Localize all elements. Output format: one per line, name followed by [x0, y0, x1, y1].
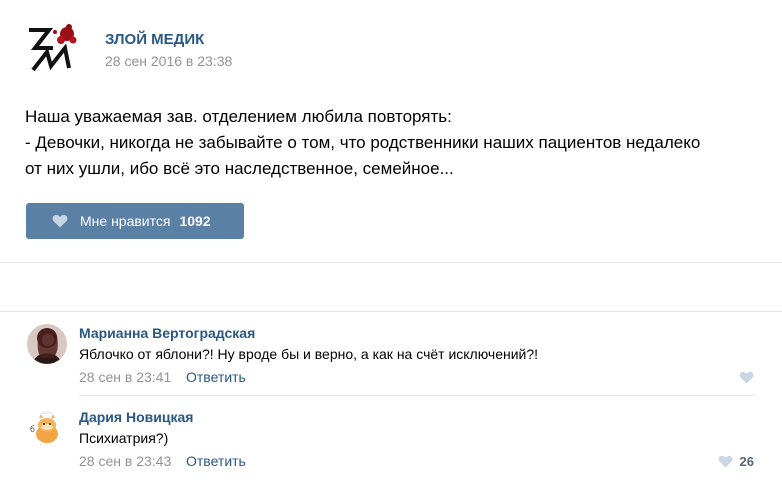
- post-text: Наша уважаемая зав. отделением любила по…: [25, 104, 765, 182]
- group-logo-image: [25, 20, 83, 78]
- avatar-image: [27, 324, 67, 364]
- avatar[interactable]: б: [27, 408, 67, 448]
- heart-icon: [52, 214, 68, 228]
- svg-text:б: б: [30, 425, 35, 434]
- like-count: 1092: [179, 213, 211, 229]
- group-logo[interactable]: [25, 20, 83, 78]
- heart-icon: [718, 455, 732, 468]
- comment-text: Яблочко от яблони?! Ну вроде бы и верно,…: [79, 346, 539, 362]
- comment-like-button[interactable]: [739, 369, 754, 385]
- comment-date[interactable]: 28 сен в 23:43: [79, 453, 171, 469]
- avatar[interactable]: [27, 324, 67, 364]
- like-label: Мне нравится: [80, 213, 171, 229]
- comment-date[interactable]: 28 сен в 23:41: [79, 369, 171, 385]
- post-date[interactable]: 28 сен 2016 в 23:38: [105, 53, 232, 69]
- heart-icon: [739, 371, 754, 384]
- post-header: ЗЛОЙ МЕДИК 28 сен 2016 в 23:38: [25, 20, 765, 80]
- post-divider: [0, 262, 782, 263]
- comment-item: б Дария Новицкая Психиатрия?) 28 сен в 2…: [0, 396, 782, 480]
- comment-author-link[interactable]: Дария Новицкая: [79, 409, 193, 425]
- reply-button[interactable]: Ответить: [186, 453, 246, 469]
- post-text-line: - Девочки, никогда не забывайте о том, ч…: [25, 133, 701, 152]
- comment-author-link[interactable]: Марианна Вертоградская: [79, 325, 255, 341]
- comment-like-button[interactable]: 26: [718, 453, 754, 469]
- comment-text: Психиатрия?): [79, 430, 169, 446]
- post-text-line: от них ушли, ибо всё это наследственное,…: [25, 159, 454, 178]
- avatar-image: б: [27, 408, 67, 448]
- comment-like-count: 26: [739, 453, 754, 469]
- post-text-line: Наша уважаемая зав. отделением любила по…: [25, 107, 452, 126]
- post-author-link[interactable]: ЗЛОЙ МЕДИК: [105, 31, 204, 48]
- like-button[interactable]: Мне нравится 1092: [26, 203, 244, 239]
- reply-button[interactable]: Ответить: [186, 369, 246, 385]
- comment-item: Марианна Вертоградская Яблочко от яблони…: [0, 312, 782, 396]
